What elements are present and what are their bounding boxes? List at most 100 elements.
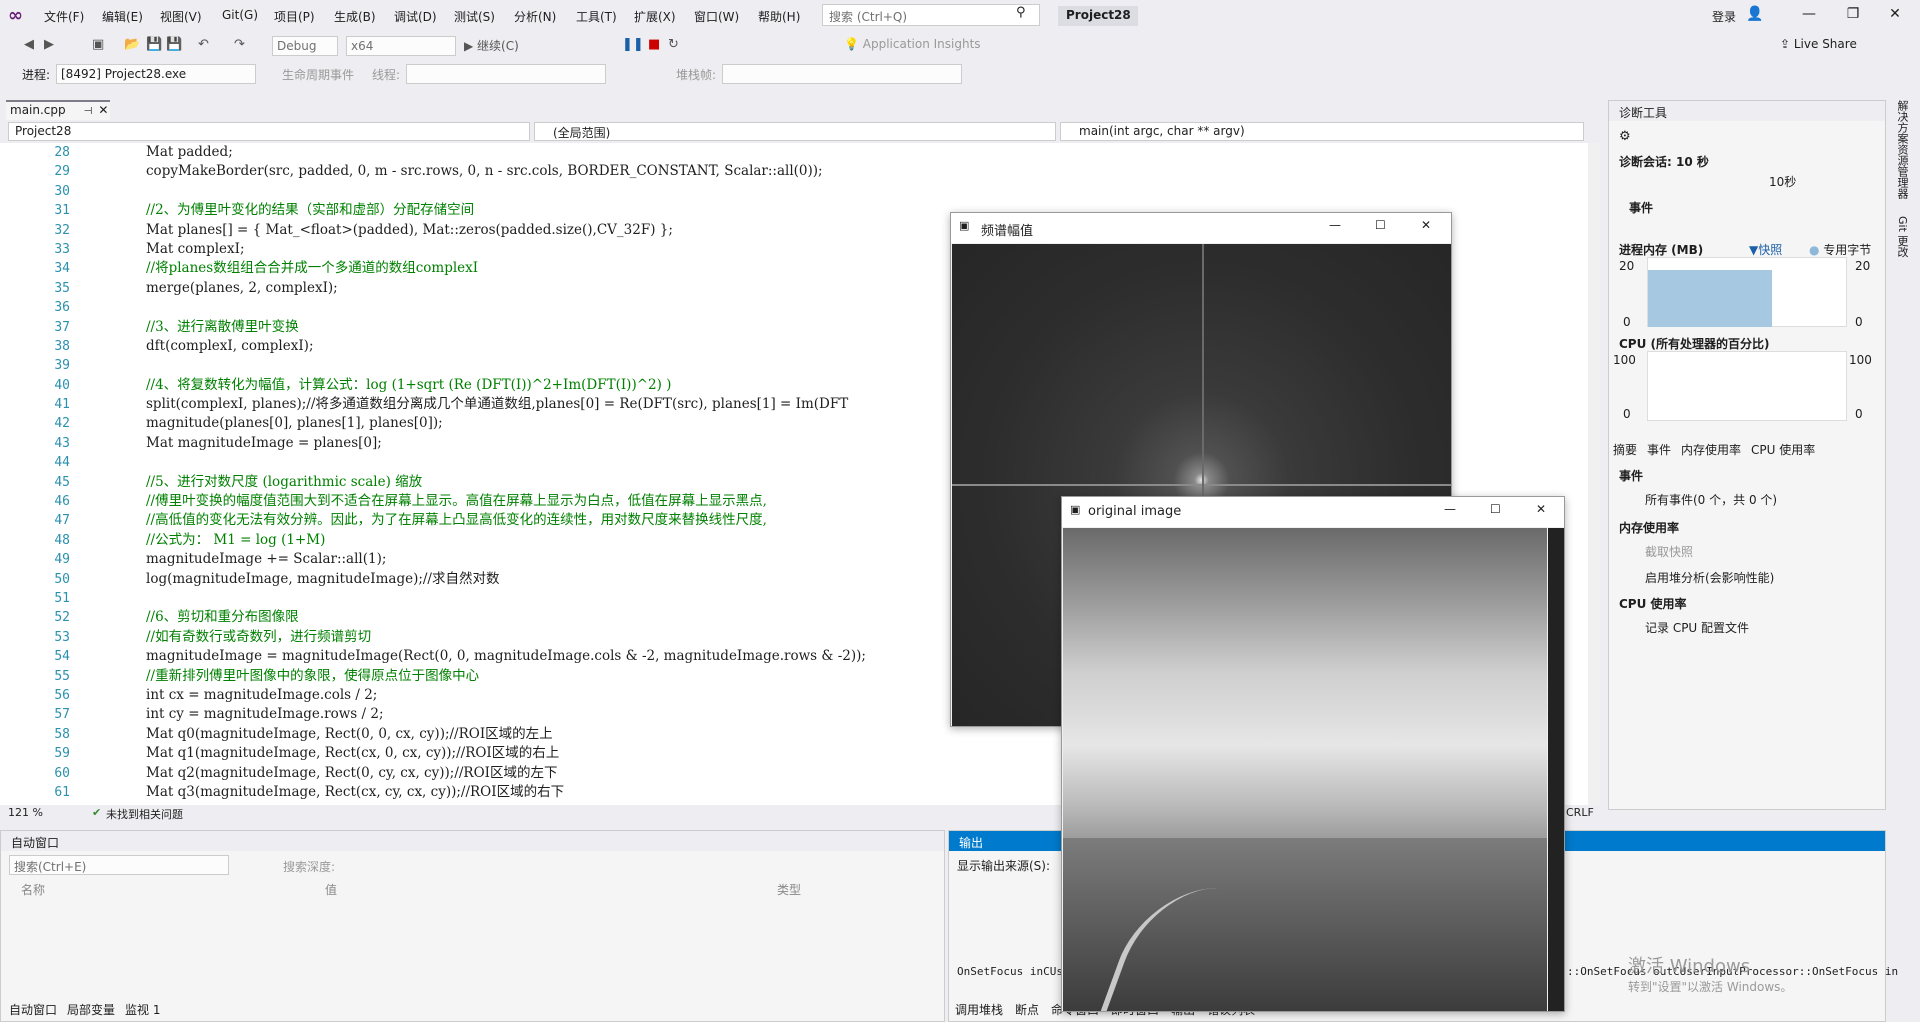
autos-tab-0[interactable]: 自动窗口: [9, 1003, 57, 1017]
diag-tab-0[interactable]: 摘要: [1613, 443, 1637, 457]
restart-icon[interactable]: ↻: [668, 37, 679, 52]
spec-close-icon[interactable]: ✕: [1421, 218, 1431, 232]
tab-close-icon[interactable]: ✕: [98, 103, 108, 117]
autos-bottom-tabs: 自动窗口 局部变量 监视 1: [9, 1001, 170, 1018]
scope-select[interactable]: (全局范围): [534, 122, 1056, 141]
menu-item-0[interactable]: 文件(F): [44, 8, 84, 25]
login-button[interactable]: 登录: [1712, 8, 1736, 25]
menu-item-6[interactable]: 调试(D): [394, 8, 437, 25]
menu-item-11[interactable]: 窗口(W): [694, 8, 739, 25]
platform-select[interactable]: x64: [346, 36, 456, 56]
stackframe-select[interactable]: [722, 64, 962, 84]
menu-item-7[interactable]: 测试(S): [454, 8, 495, 25]
zoom-level[interactable]: 121 %: [8, 806, 43, 819]
col-name: 名称: [21, 883, 46, 897]
pin-icon[interactable]: ⊣: [84, 106, 93, 117]
open-icon[interactable]: 📂: [124, 37, 140, 52]
menu-item-12[interactable]: 帮助(H): [758, 8, 800, 25]
function-select[interactable]: main(int argc, char ** argv): [1060, 122, 1584, 141]
code-line[interactable]: copyMakeBorder(src, padded, 0, m - src.r…: [146, 162, 1586, 181]
cpu-max-right: 100: [1849, 353, 1872, 367]
lifecycle-events-button[interactable]: 生命周期事件: [282, 66, 354, 83]
menu-item-5[interactable]: 生成(B): [334, 8, 376, 25]
diag-tab-3[interactable]: CPU 使用率: [1751, 443, 1815, 457]
original-image-window[interactable]: original image ▣ — ☐ ✕: [1061, 496, 1565, 1012]
output-tab-1[interactable]: 断点: [1015, 1003, 1039, 1017]
orig-minimize-icon[interactable]: —: [1444, 502, 1456, 516]
line-number: 56: [54, 687, 70, 703]
mem-max-right: 20: [1855, 259, 1871, 273]
menu-item-2[interactable]: 视图(V): [160, 8, 202, 25]
heap-analysis-button[interactable]: 启用堆分析(会影响性能): [1645, 569, 1774, 586]
redo-icon[interactable]: ↷: [234, 37, 245, 52]
forward-icon[interactable]: ▶: [44, 37, 54, 52]
line-number: 32: [54, 222, 70, 238]
new-project-icon[interactable]: ▣: [92, 37, 104, 52]
back-icon[interactable]: ◀: [24, 37, 34, 52]
spec-maximize-icon[interactable]: ☐: [1375, 218, 1386, 232]
watermark-line1: 激活 Windows: [1628, 956, 1751, 977]
autos-panel: 自动窗口 搜索(Ctrl+E) 搜索深度: 名称 值 类型 自动窗口 局部变量 监视…: [0, 830, 945, 1022]
visual-studio-logo-icon[interactable]: ∞: [8, 6, 30, 26]
live-share-button[interactable]: ⇪ Live Share: [1780, 37, 1857, 51]
cpu-min-right: 0: [1855, 407, 1863, 421]
line-number: 38: [54, 338, 70, 354]
search-input[interactable]: 搜索 (Ctrl+Q): [822, 4, 1040, 26]
window-icon: ▣: [959, 219, 970, 232]
line-number: 61: [54, 784, 70, 800]
pause-icon[interactable]: ❚❚: [622, 37, 644, 52]
autos-tab-1[interactable]: 局部变量: [67, 1003, 115, 1017]
editor-scrollbar[interactable]: [1588, 143, 1600, 805]
menu-item-8[interactable]: 分析(N): [514, 8, 556, 25]
spec-minimize-icon[interactable]: —: [1329, 218, 1341, 232]
line-number: 31: [54, 203, 70, 219]
minimize-icon[interactable]: —: [1794, 6, 1824, 22]
menu-item-10[interactable]: 扩展(X): [634, 8, 676, 25]
autos-search-input[interactable]: 搜索(Ctrl+E): [9, 855, 229, 875]
continue-button[interactable]: ▶ 继续(C): [464, 37, 519, 54]
line-ending[interactable]: CRLF: [1566, 806, 1594, 819]
diag-tab-2[interactable]: 内存使用率: [1681, 443, 1741, 457]
side-tab-solution-explorer[interactable]: 解决方案资源管理器: [1892, 100, 1910, 199]
image-scrollbar[interactable]: [1548, 528, 1564, 1011]
line-number: 46: [54, 494, 70, 510]
take-snapshot-button[interactable]: 截取快照: [1645, 543, 1693, 560]
close-icon[interactable]: ✕: [1880, 6, 1910, 22]
all-events-link[interactable]: 所有事件(0 个，共 0 个): [1645, 491, 1777, 508]
maximize-icon[interactable]: ❐: [1838, 6, 1868, 22]
menu-item-9[interactable]: 工具(T): [576, 8, 617, 25]
menu-item-3[interactable]: Git(G): [222, 8, 258, 22]
tab-main-cpp[interactable]: main.cpp ⊣ ✕: [6, 100, 110, 120]
line-number: 54: [54, 649, 70, 665]
save-icon[interactable]: 💾: [146, 37, 162, 52]
line-number: 43: [54, 435, 70, 451]
diag-tab-1[interactable]: 事件: [1647, 443, 1671, 457]
side-tab-git-changes[interactable]: Git 更改: [1892, 216, 1910, 257]
stop-icon[interactable]: ■: [648, 37, 660, 52]
code-line[interactable]: [146, 182, 1586, 201]
triangle-icon: ▼: [1749, 243, 1759, 257]
project-select[interactable]: Project28: [8, 122, 530, 141]
autos-tab-2[interactable]: 监视 1: [125, 1003, 160, 1017]
undo-icon[interactable]: ↶: [198, 37, 209, 52]
issues-status[interactable]: 未找到相关问题: [106, 806, 183, 822]
process-select[interactable]: [8492] Project28.exe: [56, 64, 256, 84]
menu-item-1[interactable]: 编辑(E): [102, 8, 143, 25]
code-line[interactable]: Mat padded;: [146, 143, 1586, 162]
output-tab-0[interactable]: 调用堆栈: [955, 1003, 1003, 1017]
save-all-icon[interactable]: 💾: [166, 37, 182, 52]
line-number: 28: [54, 145, 70, 160]
debug-location-toolbar: 进程: [8492] Project28.exe 生命周期事件 线程: 堆栈帧:: [0, 60, 1920, 88]
search-icon[interactable]: ⚲: [1016, 5, 1026, 20]
application-insights-button[interactable]: 💡 Application Insights: [844, 37, 981, 51]
configuration-select[interactable]: Debug: [272, 36, 338, 56]
menu-item-4[interactable]: 项目(P): [274, 8, 315, 25]
settings-icon[interactable]: ⚙: [1619, 129, 1631, 144]
orig-close-icon[interactable]: ✕: [1536, 502, 1546, 516]
cpu-section: CPU 使用率: [1619, 597, 1687, 611]
output-log-left: OnSetFocus inCUse: [957, 965, 1070, 978]
thread-select[interactable]: [406, 64, 606, 84]
account-icon[interactable]: 👤: [1740, 6, 1770, 22]
record-cpu-button[interactable]: 记录 CPU 配置文件: [1645, 619, 1749, 636]
orig-maximize-icon[interactable]: ☐: [1490, 502, 1501, 516]
